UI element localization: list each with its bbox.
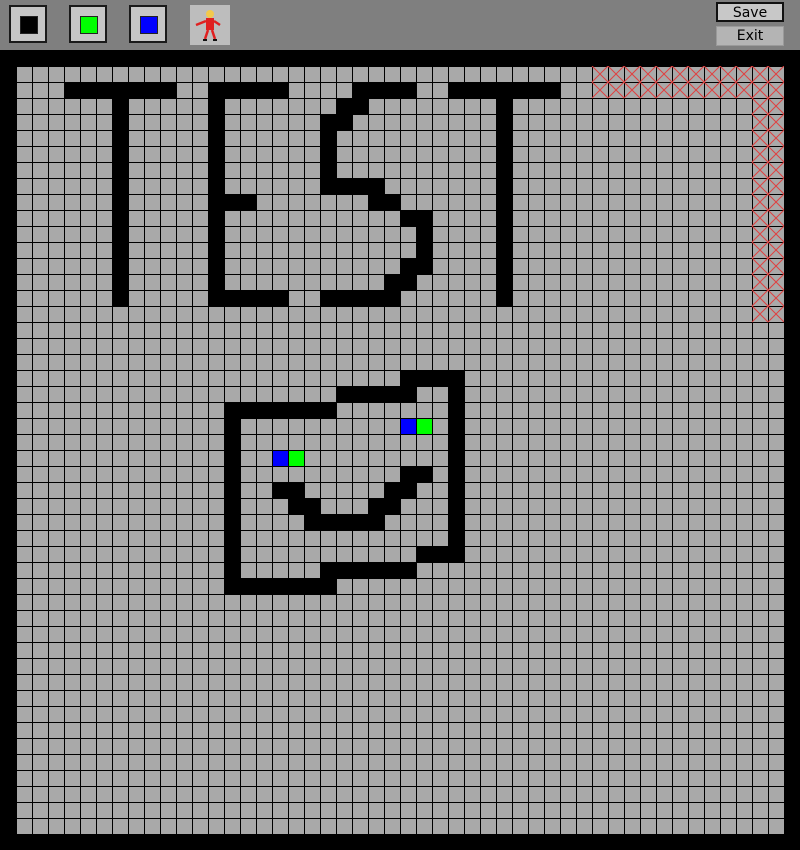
green-swatch-icon	[80, 16, 98, 34]
wall-block	[352, 82, 417, 99]
blue-color-tool[interactable]	[129, 5, 167, 43]
green-tile	[417, 419, 432, 434]
wall-block	[224, 402, 337, 419]
wall-block	[400, 370, 465, 387]
wall-block	[368, 498, 401, 515]
toolbar: Save Exit	[0, 0, 800, 50]
black-swatch-icon	[20, 16, 38, 34]
wall-block	[288, 498, 321, 515]
character-sprite-tool[interactable]	[190, 5, 230, 45]
wall-block	[336, 386, 417, 403]
wall-block	[368, 194, 401, 211]
wall-block	[64, 82, 177, 99]
save-button[interactable]: Save	[716, 2, 784, 22]
wall-block	[448, 386, 465, 563]
wall-block	[208, 98, 225, 307]
wall-block	[112, 98, 129, 307]
wall-block	[400, 466, 433, 483]
wall-block	[320, 562, 417, 579]
wall-block	[416, 546, 449, 563]
wall-block	[384, 274, 417, 291]
wall-block	[448, 82, 561, 99]
wall-block	[400, 258, 433, 275]
wall-block	[336, 98, 369, 115]
blue-swatch-icon	[140, 16, 158, 34]
green-color-tool[interactable]	[69, 5, 107, 43]
wall-block	[224, 290, 289, 307]
wall-block	[320, 178, 385, 195]
wall-block	[272, 482, 305, 499]
game-board[interactable]	[16, 66, 784, 834]
green-tile	[289, 451, 304, 466]
grid-canvas[interactable]	[16, 66, 784, 834]
wall-block	[496, 98, 513, 307]
wall-block	[400, 210, 433, 227]
blue-tile	[401, 419, 416, 434]
wall-block	[384, 482, 417, 499]
wall-block	[208, 82, 289, 99]
wall-block	[320, 290, 401, 307]
wall-block	[224, 194, 257, 211]
wall-block	[320, 114, 353, 131]
character-sprite-icon	[195, 10, 221, 41]
blue-tile	[273, 451, 288, 466]
wall-block	[304, 514, 385, 531]
wall-block	[240, 578, 337, 595]
wall-block	[224, 418, 241, 595]
black-color-tool[interactable]	[9, 5, 47, 43]
exit-button[interactable]: Exit	[716, 26, 784, 46]
